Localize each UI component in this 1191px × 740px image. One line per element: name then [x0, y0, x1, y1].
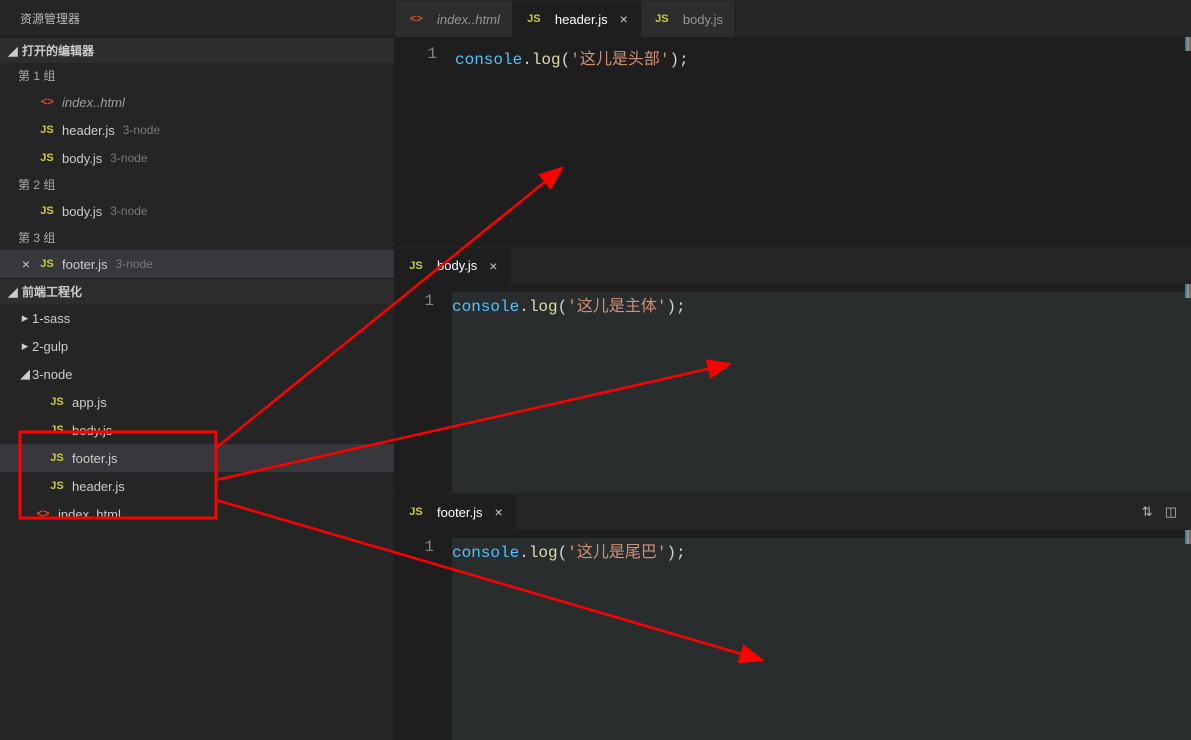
tabbar-actions: ⇅◫: [1142, 494, 1191, 530]
open-editors-list: 第 1 组 <> index..html JS header.js 3-node JS bod…: [0, 63, 394, 278]
file-name: index..html: [58, 507, 121, 522]
file-path-suffix: 3-node: [110, 151, 147, 165]
folder-name: 2-gulp: [32, 339, 68, 354]
editor-tab[interactable]: <> index..html: [395, 1, 513, 37]
open-editors-label: 打开的编辑器: [22, 42, 94, 59]
editor-area: <>index..htmlJSheader.js×JSbody.js1conso…: [395, 0, 1191, 740]
close-icon[interactable]: ×: [489, 258, 497, 274]
project-label: 前端工程化: [22, 283, 82, 300]
folder-item[interactable]: ▸1-sass: [0, 304, 394, 332]
editor-pane: JSfooter.js×⇅◫1console.log('这儿是尾巴');: [395, 493, 1191, 740]
close-icon[interactable]: ×: [18, 256, 34, 272]
file-name: index..html: [62, 95, 125, 110]
file-name: footer.js: [72, 451, 118, 466]
code-area[interactable]: 1console.log('这儿是主体');: [395, 284, 1191, 494]
editor-tab[interactable]: JS body.js: [641, 1, 736, 37]
editor-tab[interactable]: JS header.js ×: [513, 1, 641, 37]
file-name: body.js: [72, 423, 112, 438]
code-area[interactable]: 1console.log('这儿是头部');: [395, 37, 1191, 247]
minimap: [1185, 530, 1191, 544]
folder-name: 3-node: [32, 367, 72, 382]
tab-label: body.js: [437, 258, 477, 273]
tab-bar: JSfooter.js×⇅◫: [395, 494, 1191, 530]
line-number: 1: [395, 538, 452, 740]
file-name: app.js: [72, 395, 107, 410]
file-name: header.js: [62, 123, 115, 138]
editor-tab[interactable]: JS body.js ×: [395, 248, 510, 284]
file-item[interactable]: JS footer.js: [0, 444, 394, 472]
code-line: console.log('这儿是尾巴');: [452, 538, 1191, 740]
editor-group-label: 第 3 组: [0, 225, 394, 250]
folder-name: 1-sass: [32, 311, 70, 326]
chevron-right-icon: ▸: [18, 310, 32, 326]
tab-label: body.js: [683, 12, 723, 27]
html-file-icon: <>: [407, 10, 425, 28]
close-icon[interactable]: ×: [495, 504, 503, 520]
open-editors-header[interactable]: ◢ 打开的编辑器: [0, 37, 394, 63]
html-file-icon: <>: [34, 505, 52, 523]
editor-tab[interactable]: JS footer.js ×: [395, 494, 516, 530]
js-file-icon: JS: [38, 255, 56, 273]
line-number: 1: [395, 292, 452, 494]
tab-label: index..html: [437, 12, 500, 27]
chevron-down-icon: ◢: [6, 44, 20, 58]
tab-label: header.js: [555, 12, 608, 27]
editor-group-label: 第 2 组: [0, 172, 394, 197]
minimap: [1185, 37, 1191, 51]
js-file-icon: JS: [38, 202, 56, 220]
file-item[interactable]: JS app.js: [0, 388, 394, 416]
explorer-sidebar: 资源管理器 ◢ 打开的编辑器 第 1 组 <> index..html JS heade…: [0, 0, 395, 740]
file-path-suffix: 3-node: [123, 123, 160, 137]
compare-icon[interactable]: ⇅: [1142, 504, 1153, 520]
open-editor-item[interactable]: <> index..html: [0, 88, 394, 116]
close-icon[interactable]: ×: [620, 11, 628, 27]
file-path-suffix: 3-node: [116, 257, 153, 271]
file-path-suffix: 3-node: [110, 204, 147, 218]
open-editor-item[interactable]: JS body.js 3-node: [0, 144, 394, 172]
minimap: [1185, 284, 1191, 298]
js-file-icon: JS: [48, 477, 66, 495]
code-line: console.log('这儿是主体');: [452, 292, 1191, 494]
tab-label: footer.js: [437, 505, 483, 520]
js-file-icon: JS: [48, 421, 66, 439]
chevron-down-icon: ◢: [18, 366, 32, 382]
code-line: console.log('这儿是头部');: [455, 45, 689, 247]
js-file-icon: JS: [525, 10, 543, 28]
file-name: header.js: [72, 479, 125, 494]
explorer-title: 资源管理器: [0, 0, 394, 37]
split-editor-icon[interactable]: ◫: [1165, 504, 1177, 520]
file-item[interactable]: JS body.js: [0, 416, 394, 444]
file-name: body.js: [62, 204, 102, 219]
js-file-icon: JS: [48, 449, 66, 467]
project-header[interactable]: ◢ 前端工程化: [0, 278, 394, 304]
editor-pane: JS body.js × 1console.log('这儿是主体');: [395, 247, 1191, 494]
js-file-icon: JS: [38, 149, 56, 167]
file-item[interactable]: <> index..html: [0, 500, 394, 528]
code-area[interactable]: 1console.log('这儿是尾巴');: [395, 530, 1191, 740]
html-file-icon: <>: [38, 93, 56, 111]
editor-pane: <> index..html JS header.js × JS body.js 1conso…: [395, 0, 1191, 247]
file-name: footer.js: [62, 257, 108, 272]
open-editor-item[interactable]: ×JS footer.js 3-node: [0, 250, 394, 278]
tab-bar: <> index..html JS header.js × JS body.js: [395, 1, 1191, 37]
js-file-icon: JS: [653, 10, 671, 28]
folder-item[interactable]: ▸2-gulp: [0, 332, 394, 360]
file-item[interactable]: JS header.js: [0, 472, 394, 500]
open-editor-item[interactable]: JS header.js 3-node: [0, 116, 394, 144]
folder-item[interactable]: ◢3-node: [0, 360, 394, 388]
open-editor-item[interactable]: JS body.js 3-node: [0, 197, 394, 225]
js-file-icon: JS: [48, 393, 66, 411]
editor-group-label: 第 1 组: [0, 63, 394, 88]
js-file-icon: JS: [407, 503, 425, 521]
project-tree: ▸1-sass▸2-gulp◢3-nodeJSapp.jsJSbody.jsJS…: [0, 304, 394, 528]
js-file-icon: JS: [38, 121, 56, 139]
js-file-icon: JS: [407, 257, 425, 275]
chevron-down-icon: ◢: [6, 285, 20, 299]
tab-bar: JS body.js ×: [395, 248, 1191, 284]
line-number: 1: [395, 45, 455, 247]
file-name: body.js: [62, 151, 102, 166]
chevron-right-icon: ▸: [18, 338, 32, 354]
